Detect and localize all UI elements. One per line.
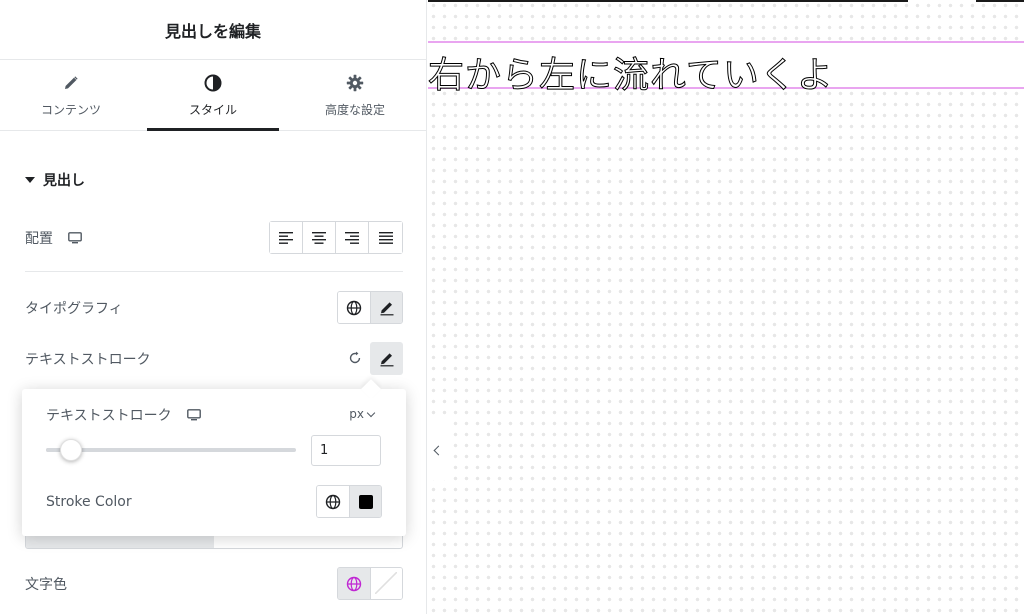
align-right-icon [345,231,359,244]
stroke-color-swatch[interactable] [349,486,381,517]
gear-icon [345,73,365,93]
typography-control: タイポグラフィ [25,291,403,324]
alignment-buttons [269,221,403,254]
alignment-label: 配置 [25,230,53,247]
global-typography-button[interactable] [338,292,370,323]
unit-selector[interactable]: px [349,407,376,421]
stroke-width-input[interactable] [311,435,381,466]
text-stroke-label: テキストストローク [25,351,151,368]
text-color-swatch[interactable] [370,568,402,599]
preview-canvas: 右から左に流れていくよ [428,0,1024,614]
top-border-gap [908,0,976,2]
heading-widget[interactable]: 右から左に流れていくよ [428,41,1024,97]
collapse-panel-button[interactable] [427,420,447,480]
slider-handle[interactable] [60,439,82,461]
globe-icon [346,300,362,315]
panel-title: 見出しを編集 [164,21,261,41]
unit-label: px [349,407,364,421]
align-center-button[interactable] [303,222,336,253]
pencil-icon [61,73,81,93]
chevron-down-icon [366,408,376,417]
stroke-color-label: Stroke Color [46,493,132,510]
alignment-control: 配置 [25,221,403,254]
pencil-icon [380,352,393,366]
half-circle-icon [203,73,223,93]
globe-icon [325,494,341,509]
divider [25,271,403,272]
stroke-color-buttons [316,485,382,518]
text-color-control: 文字色 [25,567,403,600]
globe-icon [346,576,362,591]
typography-label: タイポグラフィ [25,300,123,317]
reset-icon[interactable] [347,350,363,366]
stroke-color-box [358,494,373,509]
popover-title: テキストストローク [46,408,172,424]
tab-advanced-label: 高度な設定 [324,102,385,117]
pencil-icon [380,301,393,315]
stroke-width-slider[interactable] [46,439,296,461]
heading-text: 右から左に流れていくよ [428,55,834,97]
align-justify-icon [378,231,393,244]
text-stroke-control: テキストストローク [25,342,403,375]
edit-text-stroke-button[interactable] [370,342,403,375]
align-left-button[interactable] [270,222,303,253]
section-title: 見出し [43,173,85,189]
align-center-icon [312,231,326,244]
monitor-icon[interactable] [67,230,83,246]
tab-style-label: スタイル [188,102,237,117]
tab-advanced[interactable]: 高度な設定 [284,60,426,130]
global-stroke-color-button[interactable] [317,486,349,517]
tab-content-label: コンテンツ [40,102,101,117]
panel-tabs: コンテンツ スタイル 高度な設定 [0,60,426,131]
align-right-button[interactable] [336,222,369,253]
tab-content[interactable]: コンテンツ [0,60,142,130]
global-color-button[interactable] [338,568,370,599]
align-left-icon [279,231,293,244]
text-color-buttons [337,567,403,600]
typography-buttons [337,291,403,324]
edit-typography-button[interactable] [370,292,402,323]
popover-header: テキストストローク [46,405,202,425]
align-justify-button[interactable] [369,222,402,253]
tab-style[interactable]: スタイル [142,60,284,131]
panel-header: 見出しを編集 [0,0,426,60]
text-stroke-popover: テキストストローク px Stroke Color [22,389,406,536]
section-toggle-heading[interactable]: 見出し [25,170,85,190]
monitor-icon[interactable] [186,407,202,423]
text-color-label: 文字色 [25,576,67,593]
chevron-left-icon [433,445,444,455]
stroke-color-control: Stroke Color [46,485,382,518]
caret-down-icon [25,177,35,183]
